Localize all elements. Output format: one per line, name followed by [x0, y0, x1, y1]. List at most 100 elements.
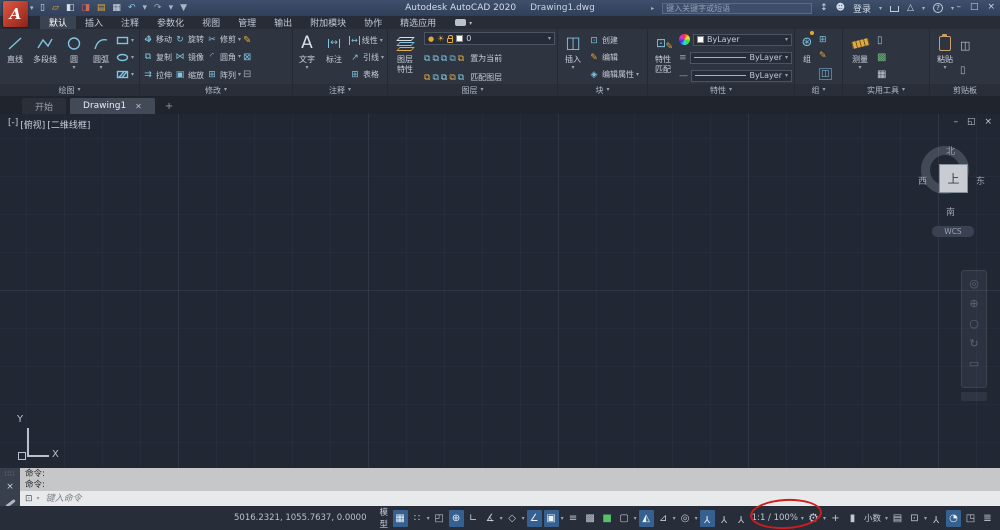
save-icon[interactable]: ◧ [66, 3, 75, 13]
close-button[interactable]: × [987, 2, 995, 12]
dynamic-ucs-caret-icon[interactable]: ▾ [673, 515, 676, 522]
gizmo-caret-icon[interactable]: ▾ [695, 515, 698, 522]
viewport-visual-style-control[interactable]: [二维线框] [47, 118, 90, 131]
annotation-scale-value[interactable]: 1:1 / 100% [752, 513, 798, 523]
mirror-button[interactable]: ⋈ 镜像 [174, 50, 205, 65]
orbit-icon[interactable]: ↻ [969, 337, 978, 350]
command-recent-caret-icon[interactable]: ▾ [37, 495, 40, 502]
viewcube-west-label[interactable]: 西 [918, 174, 927, 187]
ortho-mode-toggle[interactable]: ∟ [466, 510, 481, 527]
line-button[interactable]: 直线 [2, 31, 28, 84]
group-panel-title[interactable]: 组 ▾ [795, 84, 842, 96]
layer-thaw-all-icon[interactable]: ⧉ [441, 73, 447, 83]
ellipse-button[interactable]: ▾ [116, 51, 134, 64]
insert-block-button[interactable]: ◫ 插入 ▾ [560, 31, 586, 84]
command-close-icon[interactable]: × [6, 482, 14, 492]
viewport-minimize-icon[interactable]: – [953, 117, 958, 127]
paste-caret-icon[interactable]: ▾ [943, 65, 946, 71]
command-input[interactable] [43, 492, 995, 505]
3d-object-snap-toggle[interactable]: ◭ [638, 509, 654, 527]
id-point-icon[interactable]: ▦ [877, 69, 886, 80]
command-drag-handle-icon[interactable]: ∷∷ [5, 470, 16, 478]
dynamic-ucs-toggle[interactable]: ⊿ [656, 510, 671, 527]
color-wheel-icon[interactable] [679, 34, 690, 45]
dimension-button[interactable]: ↔ 标注 [321, 31, 347, 84]
layers-panel-title[interactable]: 图层 ▾ [388, 84, 557, 96]
full-navigation-wheel-icon[interactable]: ◎ [969, 277, 979, 290]
print-icon[interactable]: ▦ [112, 3, 121, 13]
circle-caret-icon[interactable]: ▾ [72, 65, 75, 71]
status-tray-monitor-icon[interactable]: ⊡ [907, 510, 922, 527]
rectangle-button[interactable]: ▾ [116, 34, 134, 47]
ungroup-icon[interactable]: ⊞ [819, 35, 832, 45]
match-properties-button[interactable]: ⊡ ✎ 特性 匹配 [650, 31, 676, 84]
drawing-canvas[interactable]: [-] [俯视] [二维线框] – ◱ × 北 南 西 东 上 WCS ◎ ⊕ … [0, 114, 1000, 468]
layer-make-current-icon[interactable]: ⧉ [458, 54, 464, 64]
measure-button[interactable]: 测量 ▾ [845, 31, 875, 84]
profile-switch-icon[interactable]: ↕ [820, 3, 828, 13]
tab-insert[interactable]: 插入 [76, 16, 112, 29]
measure-caret-icon[interactable]: ▾ [858, 65, 861, 71]
help-icon[interactable]: ? [932, 3, 943, 13]
tab-view[interactable]: 视图 [193, 16, 229, 29]
maximize-button[interactable]: □ [970, 2, 979, 12]
rectangle-caret-icon[interactable]: ▾ [131, 37, 134, 44]
fillet-button[interactable]: ◜ 圆角 ▾ [206, 50, 241, 65]
qat-customize-icon[interactable]: ▼ [180, 3, 187, 13]
application-menu-button[interactable]: A [3, 1, 28, 27]
circle-button[interactable]: 圆 ▾ [62, 31, 86, 84]
group-selection-icon[interactable]: ◫ [819, 67, 832, 80]
dynamic-input-toggle[interactable]: ⊕ [448, 509, 464, 527]
layer-dropdown-caret-icon[interactable]: ▾ [548, 35, 551, 42]
navigation-bar-handle[interactable] [961, 392, 987, 401]
rotate-button[interactable]: ↻ 旋转 [174, 32, 204, 47]
new-drawing-icon[interactable]: ▯ [40, 3, 45, 13]
viewcube-south-label[interactable]: 南 [946, 205, 955, 218]
redo-button[interactable]: ↷ [154, 3, 162, 13]
drawing1-close-icon[interactable]: ✕ [135, 102, 142, 111]
search-input[interactable] [662, 2, 813, 14]
layer-freeze-icon[interactable]: ⧉ [441, 54, 447, 64]
layer-color-swatch[interactable] [456, 35, 464, 42]
isodraft-caret-icon[interactable]: ▾ [522, 515, 525, 522]
hatch-button[interactable]: ▾ [116, 68, 134, 81]
array-caret-icon[interactable]: ▾ [238, 72, 241, 78]
undo-caret-icon[interactable]: ▾ [142, 3, 147, 13]
block-panel-title[interactable]: 块 ▾ [558, 84, 647, 96]
minimize-button[interactable]: – [956, 2, 961, 12]
layer-walk-icon[interactable]: ⧉ [458, 73, 464, 83]
snap-caret-icon[interactable]: ▾ [427, 515, 430, 522]
pan-icon[interactable]: ⊕ [969, 297, 978, 310]
match-layer-button[interactable]: 匹配图层 [470, 72, 502, 83]
tab-output[interactable]: 输出 [265, 16, 301, 29]
trim-caret-icon[interactable]: ▾ [238, 36, 241, 43]
paste-button[interactable]: 粘贴 ▾ [932, 31, 958, 84]
layer-unisolate-icon[interactable]: ⧉ [424, 73, 430, 83]
status-tray-caret-icon[interactable]: ▾ [924, 515, 927, 522]
layer-off-icon[interactable]: ⧉ [424, 54, 430, 64]
alert-caret-icon[interactable]: ▾ [922, 5, 925, 12]
zoom-extents-icon[interactable]: ○ [969, 317, 979, 330]
app-store-cart-icon[interactable] [890, 6, 900, 12]
quick-calculator-icon[interactable]: ▩ [877, 52, 886, 63]
copy-clip-icon[interactable]: ◫ [960, 39, 970, 52]
leader-caret-icon[interactable]: ▾ [381, 54, 384, 61]
join-icon[interactable]: ⊟ [243, 69, 251, 80]
tab-collaborate[interactable]: 协作 [355, 16, 391, 29]
hatch-caret-icon[interactable]: ▾ [131, 71, 134, 78]
edit-attributes-button[interactable]: ◈ 编辑属性 ▾ [588, 68, 639, 81]
explode-icon[interactable]: ⊠ [243, 52, 251, 63]
object-color-dropdown[interactable]: ByLayer ▾ [693, 33, 792, 46]
tab-home[interactable]: 默认 [40, 16, 77, 29]
utilities-panel-title[interactable]: 实用工具 ▾ [843, 84, 929, 96]
sign-in-button[interactable]: 登录 [853, 2, 871, 15]
signin-caret-icon[interactable]: ▾ [879, 5, 882, 12]
quick-select-icon[interactable]: ▯ [877, 35, 886, 46]
infer-constraints-toggle[interactable]: ◰ [432, 510, 447, 527]
layer-thaw-sun-icon[interactable]: ☀ [437, 34, 444, 43]
viewport-close-icon[interactable]: × [984, 117, 992, 127]
annotation-autoscale-toggle[interactable]: Y [717, 510, 732, 527]
erase-icon[interactable]: ✎ [243, 35, 251, 46]
redo-caret-icon[interactable]: ▾ [169, 3, 174, 13]
arc-caret-icon[interactable]: ▾ [99, 65, 102, 71]
